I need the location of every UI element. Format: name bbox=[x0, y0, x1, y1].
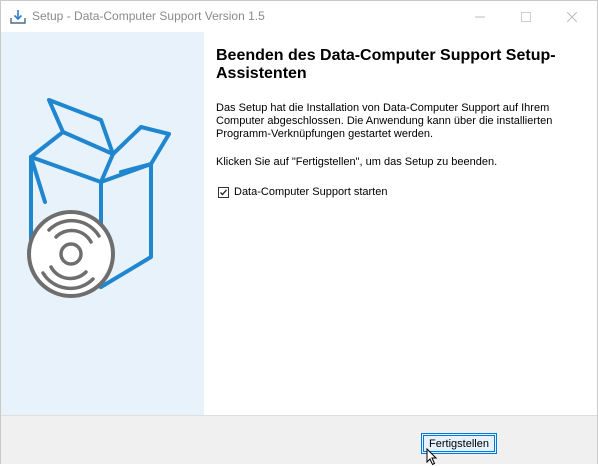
launch-app-label[interactable]: Data-Computer Support starten bbox=[234, 186, 387, 198]
title-bar[interactable]: Setup - Data-Computer Support Version 1.… bbox=[1, 1, 597, 32]
close-button[interactable] bbox=[549, 1, 595, 32]
checkmark-icon bbox=[220, 188, 227, 195]
window-title: Setup - Data-Computer Support Version 1.… bbox=[32, 9, 265, 23]
mouse-cursor-icon bbox=[426, 448, 438, 466]
page-title: Beenden des Data-Computer Support Setup-… bbox=[216, 47, 556, 82]
finish-instruction: Klicken Sie auf "Fertigstellen", um das … bbox=[216, 156, 498, 168]
wizard-content: Beenden des Data-Computer Support Setup-… bbox=[204, 32, 597, 415]
launch-app-option[interactable]: Data-Computer Support starten bbox=[218, 186, 387, 198]
minimize-button[interactable] bbox=[457, 1, 503, 32]
completion-message: Das Setup hat die Installation von Data-… bbox=[216, 102, 553, 140]
maximize-button[interactable] bbox=[503, 1, 549, 32]
box-disc-icon bbox=[27, 98, 171, 298]
setup-window: Setup - Data-Computer Support Version 1.… bbox=[0, 0, 598, 466]
maximize-icon bbox=[521, 11, 531, 22]
minimize-icon bbox=[475, 16, 485, 17]
close-icon bbox=[567, 11, 577, 22]
wizard-sidebar bbox=[1, 32, 204, 415]
launch-app-checkbox[interactable] bbox=[218, 186, 229, 198]
button-bar: Fertigstellen bbox=[1, 415, 597, 464]
installer-icon bbox=[9, 8, 27, 26]
